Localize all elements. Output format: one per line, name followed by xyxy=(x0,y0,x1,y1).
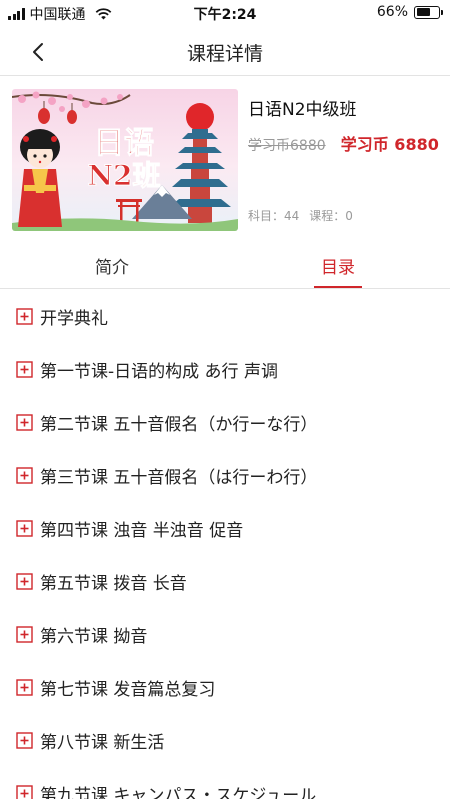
lesson-label: 第九节课 キャンパス・スケジュール xyxy=(40,786,317,799)
current-price: 学习币 6880 xyxy=(340,135,439,154)
tab-intro[interactable]: 简介 xyxy=(60,242,164,289)
tab-catalog[interactable]: 目录 xyxy=(286,242,390,289)
lesson-item[interactable]: 第八节课 新生活 xyxy=(0,714,450,767)
expand-plus-icon[interactable] xyxy=(16,308,33,325)
lesson-label: 第二节课 五十音假名（か行ーな行） xyxy=(40,415,318,435)
lesson-label: 第三节课 五十音假名（は行ーわ行） xyxy=(40,468,318,488)
lesson-item[interactable]: 第二节课 五十音假名（か行ーな行） xyxy=(0,396,450,449)
battery-level xyxy=(416,8,431,16)
course-cover-image[interactable]: 日语 N2班 xyxy=(12,89,238,231)
lesson-item[interactable]: 第四节课 浊音 半浊音 促音 xyxy=(0,502,450,555)
lesson-count: 课程：0 xyxy=(309,209,353,223)
expand-plus-icon[interactable] xyxy=(16,361,33,378)
tab-bar: 简介 目录 xyxy=(0,242,450,289)
lesson-item[interactable]: 第九节课 キャンパス・スケジュール xyxy=(0,767,450,799)
battery-icon xyxy=(414,5,443,19)
expand-plus-icon[interactable] xyxy=(16,520,33,537)
lesson-item[interactable]: 第六节课 拗音 xyxy=(0,608,450,661)
lesson-item[interactable]: 开学典礼 xyxy=(0,290,450,343)
expand-plus-icon[interactable] xyxy=(16,785,33,799)
expand-plus-icon[interactable] xyxy=(16,467,33,484)
expand-plus-icon[interactable] xyxy=(16,679,33,696)
battery-percent: 66% xyxy=(376,4,408,20)
expand-plus-icon[interactable] xyxy=(16,573,33,590)
lesson-item[interactable]: 第七节课 发音篇总复习 xyxy=(0,661,450,714)
cover-title-line2: N2班 xyxy=(87,159,160,192)
lesson-label: 第六节课 拗音 xyxy=(40,627,148,647)
status-bar: 中国联通 下午2:24 66% xyxy=(0,0,450,26)
lesson-label: 开学典礼 xyxy=(40,309,108,329)
expand-plus-icon[interactable] xyxy=(16,626,33,643)
lesson-item[interactable]: 第五节课 拨音 长音 xyxy=(0,555,450,608)
tab-active-indicator xyxy=(314,286,362,288)
subject-count: 科目：44 xyxy=(248,209,300,223)
nav-bar: 课程详情 xyxy=(0,26,450,76)
lesson-label: 第五节课 拨音 长音 xyxy=(40,574,187,594)
lesson-label: 第四节课 浊音 半浊音 促音 xyxy=(40,521,244,541)
course-card: 日语 N2班 日语N2中级班 学习币6880 学习币 6880 科目：44 课程：… xyxy=(0,77,450,242)
lesson-label: 第八节课 新生活 xyxy=(40,733,165,753)
course-title: 日语N2中级班 xyxy=(248,100,357,120)
course-cover-illustration: 日语 N2班 xyxy=(12,89,238,231)
course-meta: 科目：44 课程：0 xyxy=(248,207,353,224)
price-row: 学习币6880 学习币 6880 xyxy=(248,131,439,155)
original-price: 学习币6880 xyxy=(248,138,326,154)
lesson-label: 第一节课-日语的构成 あ行 声调 xyxy=(40,362,278,382)
expand-plus-icon[interactable] xyxy=(16,414,33,431)
lesson-label: 第七节课 发音篇总复习 xyxy=(40,680,216,700)
lesson-item[interactable]: 第三节课 五十音假名（は行ーわ行） xyxy=(0,449,450,502)
lesson-item[interactable]: 第一节课-日语的构成 あ行 声调 xyxy=(0,343,450,396)
status-right: 66% xyxy=(376,4,443,20)
page-title: 课程详情 xyxy=(186,43,263,65)
expand-plus-icon[interactable] xyxy=(16,732,33,749)
cover-title-line1: 日语 xyxy=(94,126,154,161)
